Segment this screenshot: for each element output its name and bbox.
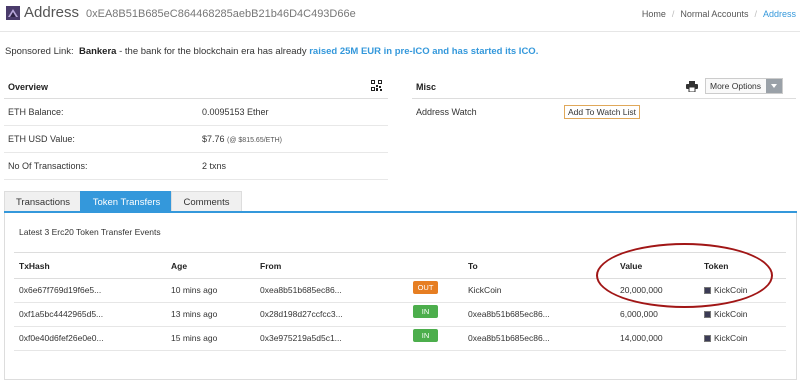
sponsored-label: Sponsored Link:	[5, 46, 74, 57]
eth-price-note: (@ $815.65/ETH)	[227, 137, 282, 144]
tab-token-transfers[interactable]: Token Transfers	[80, 191, 173, 212]
eth-usd-value: $7.76 (@ $815.65/ETH)	[202, 134, 282, 144]
page-header: Address 0xEA8B51B685eC864468285aebB21b46…	[0, 0, 800, 28]
txhash-link[interactable]: 0xf0e40d6fef26e0e0...	[19, 333, 104, 343]
kickcoin-icon	[704, 311, 711, 318]
address-watch-label: Address Watch	[416, 107, 477, 117]
eth-usd-value-label: ETH USD Value:	[8, 134, 75, 144]
age-cell: 10 mins ago	[171, 285, 218, 295]
to-address: 0xea8b51b685ec86...	[468, 333, 550, 343]
page-title: Address	[24, 4, 80, 21]
column-to: To	[468, 261, 478, 271]
breadcrumb: Home / Normal Accounts / Address	[641, 9, 796, 19]
tab-transactions-label: Transactions	[15, 197, 71, 208]
txhash-link[interactable]: 0x6e67f769d19f6e5...	[19, 285, 101, 295]
column-age: Age	[171, 261, 188, 271]
breadcrumb-normal-accounts-link[interactable]: Normal Accounts	[680, 9, 748, 19]
eth-balance-label: ETH Balance:	[8, 107, 64, 117]
eth-balance-row: ETH Balance: 0.0095153 Ether	[4, 99, 388, 126]
transactions-count-label: No Of Transactions:	[8, 161, 88, 171]
overview-title: Overview	[8, 82, 49, 92]
to-link[interactable]: KickCoin	[468, 285, 502, 295]
misc-panel: Misc More Options Address Watch Add To W…	[412, 76, 796, 121]
from-link[interactable]: 0x3e975219a5d5c1...	[260, 333, 342, 343]
tab-token-transfers-label: Token Transfers	[92, 197, 161, 208]
eth-usd-value-row: ETH USD Value: $7.76 (@ $815.65/ETH)	[4, 126, 388, 153]
token-link[interactable]: KickCoin	[704, 333, 748, 343]
more-options-button[interactable]: More Options	[705, 78, 783, 94]
annotation-circle	[596, 243, 773, 308]
value-cell: 14,000,000	[620, 333, 663, 343]
header-divider	[0, 31, 800, 32]
column-from: From	[260, 261, 282, 271]
from-address: 0xea8b51b685ec86...	[260, 285, 342, 295]
eth-usd-amount: $7.76	[202, 134, 228, 144]
table-row: 0xf0e40d6fef26e0e0... 15 mins ago 0x3e97…	[14, 326, 786, 351]
chevron-down-icon	[766, 79, 782, 93]
column-txhash: TxHash	[19, 261, 50, 271]
sponsored-link: Sponsored Link: Bankera - the bank for t…	[5, 46, 538, 57]
printer-icon[interactable]	[686, 81, 698, 92]
eth-balance-value: 0.0095153 Ether	[202, 107, 269, 117]
token-name: KickCoin	[714, 333, 748, 343]
breadcrumb-home-link[interactable]: Home	[642, 9, 666, 19]
age-cell: 15 mins ago	[171, 333, 218, 343]
token-name: KickCoin	[714, 309, 748, 319]
more-options-label: More Options	[710, 81, 762, 91]
sponsored-brand[interactable]: Bankera	[79, 46, 117, 57]
from-link[interactable]: 0x28d198d27ccfcc3...	[260, 309, 343, 319]
tab-transactions[interactable]: Transactions	[4, 191, 82, 212]
to-address: 0xea8b51b685ec86...	[468, 309, 550, 319]
direction-badge: IN	[413, 305, 438, 318]
add-to-watch-list-button[interactable]: Add To Watch List	[564, 105, 641, 119]
txhash-link[interactable]: 0xf1a5bc4442965d5...	[19, 309, 103, 319]
transactions-count-row: No Of Transactions: 2 txns	[4, 153, 388, 180]
value-cell: 6,000,000	[620, 309, 658, 319]
breadcrumb-current: Address	[762, 9, 796, 19]
address-watch-row: Address Watch Add To Watch List	[412, 98, 796, 121]
sponsored-text: - the bank for the blockchain era has al…	[116, 46, 310, 57]
sponsored-highlight-link[interactable]: raised 25M EUR in pre-ICO and has starte…	[309, 46, 538, 57]
qr-code-icon[interactable]	[371, 80, 382, 91]
misc-title: Misc	[416, 82, 437, 92]
direction-badge: IN	[413, 329, 438, 342]
transactions-count-value: 2 txns	[202, 161, 227, 171]
tab-comments-label: Comments	[183, 197, 230, 208]
events-title: Latest 3 Erc20 Token Transfer Events	[19, 227, 161, 237]
direction-badge: OUT	[413, 281, 438, 294]
kickcoin-icon	[704, 335, 711, 342]
etherscan-logo-icon[interactable]	[6, 6, 20, 20]
age-cell: 13 mins ago	[171, 309, 218, 319]
overview-header: Overview	[4, 76, 388, 99]
tab-comments[interactable]: Comments	[171, 191, 242, 212]
misc-header: Misc More Options	[412, 76, 796, 98]
address-hash: 0xEA8B51B685eC864468285aebB21b46D4C493D6…	[86, 8, 356, 20]
overview-panel: Overview ETH Balance: 0.0095153 Ether ET…	[4, 76, 388, 180]
token-link[interactable]: KickCoin	[704, 309, 748, 319]
